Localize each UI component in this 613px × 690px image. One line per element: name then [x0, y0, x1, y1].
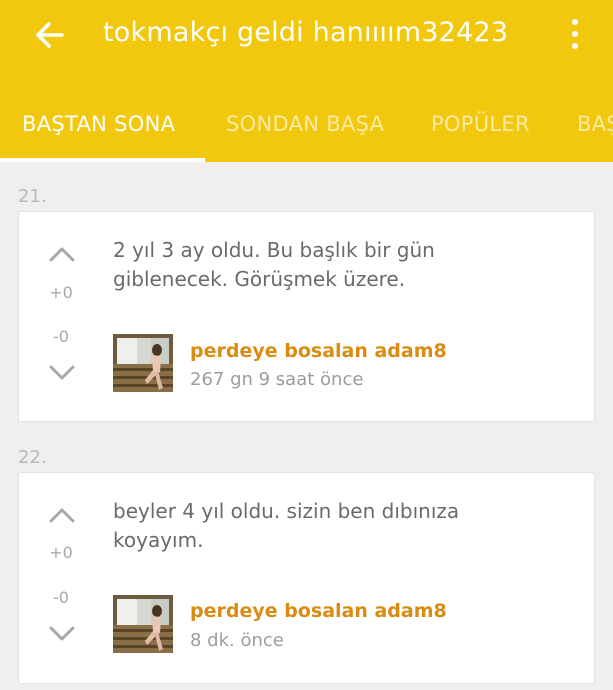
- entry-card: +0 -0 beyler 4 yıl oldu. sizin ben dıbın…: [18, 472, 595, 684]
- tab-bar: BAŞTAN SONA SONDAN BAŞA POPÜLER BAŞ: [0, 100, 613, 162]
- tab-indicator: [0, 158, 205, 162]
- downvote-count: -0: [53, 588, 69, 607]
- upvote-chevron-icon[interactable]: [49, 246, 75, 262]
- entry-card: +0 -0 2 yıl 3 ay oldu. Bu başlık bir gün…: [18, 211, 595, 422]
- author-avatar[interactable]: [113, 334, 173, 392]
- tab-sondan-basa[interactable]: SONDAN BAŞA: [226, 112, 384, 136]
- tab-bas[interactable]: BAŞ: [577, 112, 613, 136]
- downvote-count: -0: [53, 327, 69, 346]
- tab-bastan-sona[interactable]: BAŞTAN SONA: [22, 112, 175, 136]
- tab-populer[interactable]: POPÜLER: [431, 112, 530, 136]
- upvote-count: +0: [49, 543, 73, 562]
- arrow-left-icon[interactable]: [30, 15, 70, 55]
- entry-number: 21.: [18, 186, 47, 207]
- entry-time: 267 gn 9 saat önce: [190, 369, 364, 390]
- page-title: tokmakçı geldi hanıııım32423: [103, 17, 509, 48]
- author-avatar[interactable]: [113, 595, 173, 653]
- downvote-chevron-icon[interactable]: [49, 626, 75, 642]
- upvote-count: +0: [49, 283, 73, 302]
- more-vertical-icon[interactable]: [563, 16, 587, 52]
- author-name[interactable]: perdeye bosalan adam8: [190, 600, 447, 622]
- author-name[interactable]: perdeye bosalan adam8: [190, 340, 447, 362]
- downvote-chevron-icon[interactable]: [49, 365, 75, 381]
- upvote-chevron-icon[interactable]: [49, 507, 75, 523]
- entry-time: 8 dk. önce: [190, 630, 284, 651]
- entry-text: beyler 4 yıl oldu. sizin ben dıbınıza ko…: [113, 499, 460, 552]
- app-bar: tokmakçı geldi hanıııım32423 BAŞTAN SONA…: [0, 0, 613, 162]
- entry-number: 22.: [18, 447, 47, 468]
- entry-text: 2 yıl 3 ay oldu. Bu başlık bir gün gible…: [113, 238, 435, 291]
